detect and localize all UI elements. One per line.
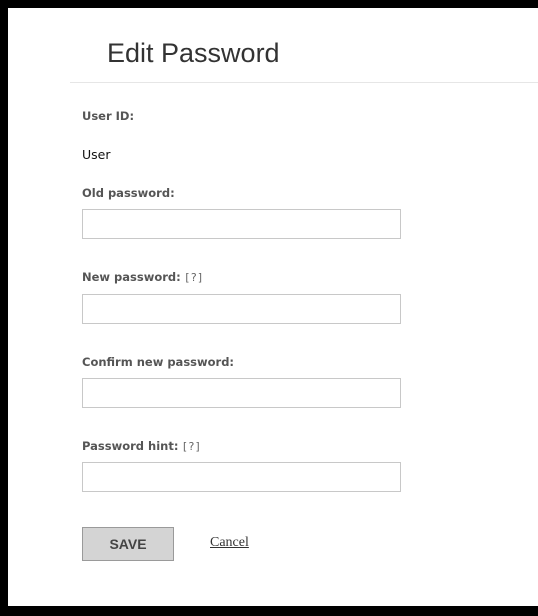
user-id-value: User	[82, 147, 111, 162]
new-password-field[interactable]	[82, 294, 401, 324]
confirm-password-field[interactable]	[82, 378, 401, 408]
old-password-field[interactable]	[82, 209, 401, 239]
new-password-label: New password:	[82, 270, 181, 284]
password-hint-label: Password hint:	[82, 439, 179, 453]
user-id-label: User ID:	[82, 109, 135, 123]
panel-header: Edit Password	[70, 8, 538, 83]
password-hint-label-row: Password hint: [?]	[82, 438, 201, 455]
password-hint-field[interactable]	[82, 462, 401, 492]
new-password-help-link[interactable]: [?]	[184, 271, 204, 284]
old-password-label: Old password:	[82, 186, 175, 200]
confirm-password-label: Confirm new password:	[82, 355, 235, 369]
edit-password-panel: Edit Password User ID: User Old password…	[8, 8, 538, 606]
page-title: Edit Password	[107, 38, 280, 68]
cancel-link[interactable]: Cancel	[210, 535, 249, 551]
new-password-label-row: New password: [?]	[82, 269, 204, 286]
password-hint-help-link[interactable]: [?]	[181, 440, 201, 453]
save-button[interactable]: SAVE	[82, 527, 174, 561]
